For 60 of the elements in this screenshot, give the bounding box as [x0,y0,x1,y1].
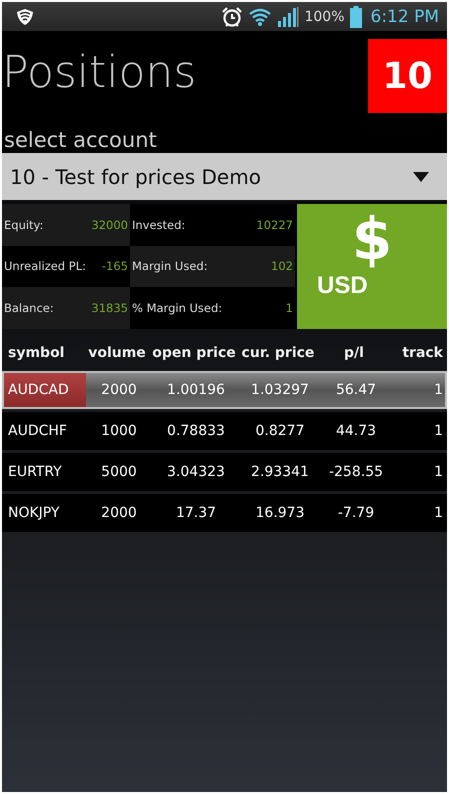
column-header: symbol [7,344,66,360]
summary-value: 32000 [91,218,128,232]
summary-label: Unrealized PL: [4,259,86,274]
summary-value: -165 [102,259,128,274]
position-row[interactable]: NOKJPY 2000 17.37 16.973 -7.79 1 [2,494,447,532]
summary-label: Margin Used: [132,259,208,274]
table-cell-text: 3.04323 [166,463,226,482]
dollar-sign: $ [352,208,392,272]
table-cell-text: 5000 [100,463,138,482]
table-cell-text: 0.78833 [166,422,226,441]
table-cell-text: 44.73 [334,422,378,441]
table-cell-text: 1 [433,504,444,523]
table-cell-text: 0.8277 [254,422,306,441]
summary-label: % Margin Used: [132,301,222,316]
summary-value: 10227 [256,218,293,232]
column-header: p/l [343,344,365,360]
summary-label: Equity: [4,218,44,232]
table-cell-text: 1.03297 [250,381,310,400]
summary-value: 31835 [91,301,128,316]
wifi-icon [248,8,272,26]
table-cell-text: 1 [433,463,444,482]
table-cell-text: 1.00196 [166,381,226,400]
column-header: open price [151,344,237,360]
clock-time: 6:12 PM [370,6,439,26]
page-title: Positions [2,51,196,95]
count-badge: 10 [368,39,447,113]
position-row[interactable]: AUDCAD 2000 1.00196 1.03297 56.47 1 [2,371,447,409]
column-header: volume [87,344,147,360]
table-cell-text: 17.37 [174,504,218,523]
table-cell-text: 1 [433,381,444,400]
summary-label: Balance: [4,301,54,316]
account-dropdown[interactable]: 10 - Test for prices Demo [2,153,447,200]
position-row[interactable]: EURTRY 5000 3.04323 2.93341 -258.55 1 [2,453,447,491]
column-header: cur. price [240,344,316,360]
summary-value: 1 [286,301,293,316]
table-cell-text: AUDCHF [7,422,68,441]
position-row[interactable]: AUDCHF 1000 0.78833 0.8277 44.73 1 [2,412,447,450]
summary-value: 102 [271,259,293,274]
shield-icon [16,8,34,26]
table-cell-text: 56.47 [334,381,378,400]
table-cell-text: EURTRY [7,463,63,482]
summary-label: Invested: [132,218,186,232]
table-cell-text: -7.79 [336,504,376,523]
table-cell-text: NOKJPY [7,504,60,523]
table-cell-text: 2000 [100,381,138,400]
table-cell-text: 2.93341 [250,463,310,482]
table-cell-text: 1000 [100,422,138,441]
battery-percent: 100% [304,8,344,24]
column-header: track [401,344,444,360]
table-cell-text: 16.973 [254,504,306,523]
table-cell-text: -258.55 [328,463,384,482]
field-label: select account [3,127,158,153]
table-cell-text: 1 [433,422,444,441]
dropdown-caret-icon [413,172,429,182]
battery-icon [350,6,362,28]
table-cell-text: 2000 [100,504,138,523]
table-cell: AUDCAD [4,373,86,407]
currency-code: USD [317,272,369,300]
alarm-clock-icon [221,6,244,28]
signal-icon [277,6,300,26]
